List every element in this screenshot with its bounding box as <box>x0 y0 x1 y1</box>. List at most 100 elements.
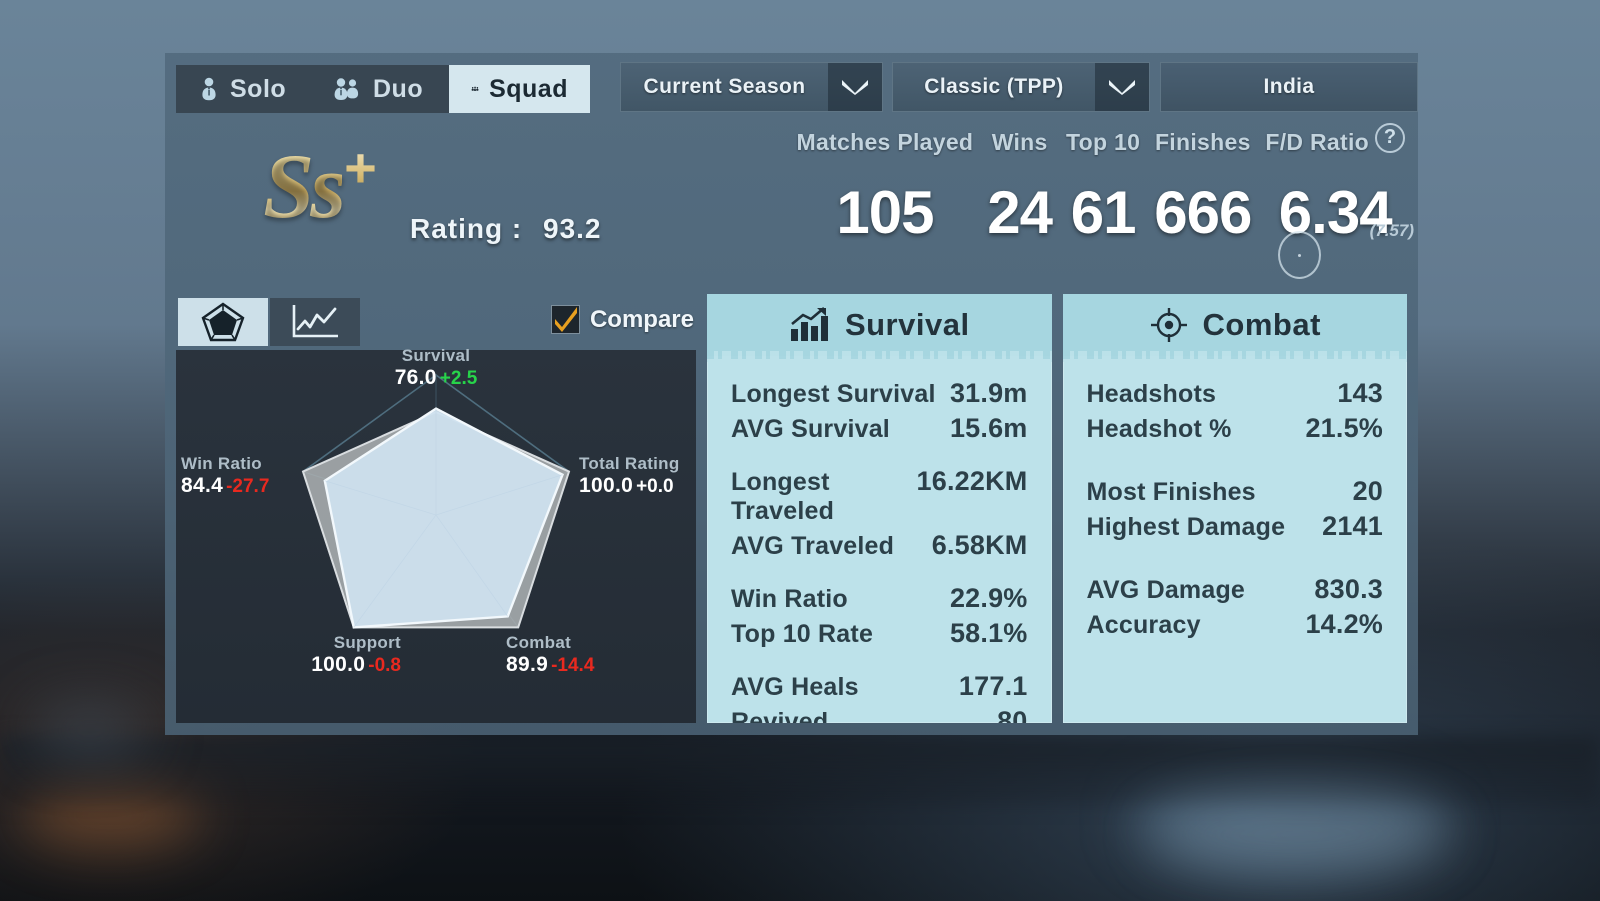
season-dropdown[interactable]: Current Season <box>620 62 883 112</box>
stat-fd-ratio: F/D Ratio ? 6.34 (7.57) <box>1258 121 1414 243</box>
row-label: Highest Damage <box>1086 513 1286 541</box>
combat-panel-title: Combat <box>1202 307 1321 342</box>
stat-matches-played: Matches Played 105 <box>790 121 981 243</box>
stat-group: Win Ratio 22.9% Top 10 Rate 58.1% <box>731 581 1028 651</box>
row-value: 15.6m <box>949 413 1028 443</box>
chart-toolbar: Compare <box>176 294 696 350</box>
rating-value: 93.2 <box>543 213 602 244</box>
row-label: Longest Survival <box>731 380 936 408</box>
mode-dropdown-label: Classic (TPP) <box>924 75 1064 98</box>
tab-trend-chart[interactable] <box>270 298 360 346</box>
stat-wins: Wins 24 <box>980 121 1059 243</box>
stat-group: Longest Traveled 16.22KM AVG Traveled 6.… <box>731 464 1028 563</box>
compare-checkbox[interactable] <box>550 305 580 334</box>
stat-row: Headshot % 21.5% <box>1087 411 1384 446</box>
stat-row: Accuracy 14.2% <box>1087 607 1384 642</box>
tab-squad[interactable]: Squad <box>449 65 590 113</box>
row-value: 6.58KM <box>931 530 1028 560</box>
rank-badge: Ss + <box>220 133 420 238</box>
single-person-icon <box>202 77 216 101</box>
row-label: AVG Survival <box>731 415 890 443</box>
stat-row: AVG Heals 177.1 <box>731 669 1028 704</box>
stat-group: AVG Damage 830.3 Accuracy 14.2% <box>1087 572 1384 642</box>
stat-value: 105 <box>836 179 934 246</box>
row-value: 58.1% <box>949 618 1028 648</box>
bar-chart-up-icon <box>790 307 828 341</box>
pentagon-radar-icon <box>201 302 245 342</box>
background-ridge <box>0 736 1600 806</box>
stat-row: AVG Survival 15.6m <box>731 411 1028 446</box>
survival-panel-body: Longest Survival 31.9m AVG Survival 15.6… <box>707 362 1052 723</box>
background-glow-left <box>20 780 200 850</box>
row-value: 80 <box>997 706 1028 723</box>
stat-value: 666 <box>1154 179 1252 246</box>
stat-row: Longest Survival 31.9m <box>731 376 1028 411</box>
row-value: 14.2% <box>1305 609 1383 639</box>
row-label: Headshots <box>1086 380 1217 408</box>
radar-card: Compare Survival 76.0 +2.5 Total Rating … <box>176 294 696 723</box>
radar-chart-svg <box>301 374 571 629</box>
row-label: AVG Damage <box>1086 576 1246 604</box>
two-persons-icon <box>334 78 359 100</box>
row-label: Revived <box>731 708 829 723</box>
stat-label: F/D Ratio <box>1265 129 1369 155</box>
tab-duo[interactable]: Duo <box>309 65 449 113</box>
row-label: Top 10 Rate <box>731 620 874 648</box>
compare-label: Compare <box>589 305 694 333</box>
mode-dropdown[interactable]: Classic (TPP) <box>892 62 1150 112</box>
row-label: Longest Traveled <box>731 468 835 525</box>
row-label: AVG Traveled <box>731 532 895 560</box>
row-value: 16.22KM <box>916 466 1028 496</box>
row-value: 21.5% <box>1305 413 1383 443</box>
region-dropdown[interactable]: India <box>1160 62 1418 112</box>
row-value: 2141 <box>1322 511 1383 541</box>
tab-radar-chart[interactable] <box>178 298 268 346</box>
survival-panel: Survival Longest Survival 31.9m AVG Surv… <box>707 294 1052 723</box>
content-area: Compare Survival 76.0 +2.5 Total Rating … <box>165 294 1418 735</box>
compare-toggle[interactable]: Compare <box>550 305 694 334</box>
region-dropdown-label: India <box>1263 75 1315 98</box>
row-value: 31.9m <box>949 378 1028 408</box>
crosshair-icon <box>1150 308 1187 342</box>
survival-panel-header: Survival <box>707 294 1052 356</box>
row-label: Most Finishes <box>1086 478 1256 506</box>
stat-row: Longest Traveled 16.22KM <box>731 464 1028 528</box>
row-label: Accuracy <box>1086 611 1201 639</box>
tab-solo[interactable]: Solo <box>176 65 309 113</box>
background-glow-right <box>1130 760 1450 880</box>
stat-row: Win Ratio 22.9% <box>731 581 1028 616</box>
chevron-down-icon[interactable] <box>828 63 882 111</box>
chevron-down-icon[interactable] <box>1095 63 1149 111</box>
survival-panel-title: Survival <box>844 307 970 342</box>
stat-row: Top 10 Rate 58.1% <box>731 616 1028 651</box>
combat-panel-header: Combat <box>1062 294 1407 356</box>
row-value: 22.9% <box>949 583 1028 613</box>
stat-row: Revived 80 <box>731 704 1028 723</box>
radar-chart[interactable]: Survival 76.0 +2.5 Total Rating 100.0 +0.0… <box>176 346 696 723</box>
combat-panel: Combat Headshots 143 Headshot % 21.5% Mo… <box>1062 294 1407 723</box>
rating-label: Rating : <box>410 213 523 244</box>
headline-stats: Matches Played 105 Wins 24 Top 10 61 Fin… <box>790 121 1414 246</box>
row-value: 20 <box>1352 476 1383 506</box>
stat-row: Highest Damage 2141 <box>1087 509 1384 544</box>
stat-label: Top 10 <box>1066 129 1141 155</box>
rank-plus-label: + <box>344 136 377 199</box>
stat-fd-sub-value: (7.57) <box>1369 221 1414 241</box>
background-rock <box>30 700 150 760</box>
tab-squad-label: Squad <box>489 74 568 103</box>
stat-group: Most Finishes 20 Highest Damage 2141 <box>1087 474 1384 544</box>
row-value: 143 <box>1337 378 1383 408</box>
background-water <box>1150 800 1450 870</box>
stat-label: Finishes <box>1154 129 1251 155</box>
stat-label: Matches Played <box>796 129 974 155</box>
stat-top-10: Top 10 61 <box>1059 121 1147 243</box>
row-value: 830.3 <box>1314 574 1383 604</box>
stat-group: AVG Heals 177.1 Revived 80 <box>731 669 1028 723</box>
stat-group: Longest Survival 31.9m AVG Survival 15.6… <box>731 376 1028 446</box>
line-chart-icon <box>292 305 338 338</box>
panel-torn-edge <box>1062 351 1407 362</box>
help-icon[interactable]: ? <box>1375 122 1405 153</box>
rank-tier-label: Ss <box>263 134 346 237</box>
stat-row: AVG Traveled 6.58KM <box>731 528 1028 563</box>
row-label: AVG Heals <box>731 673 859 701</box>
